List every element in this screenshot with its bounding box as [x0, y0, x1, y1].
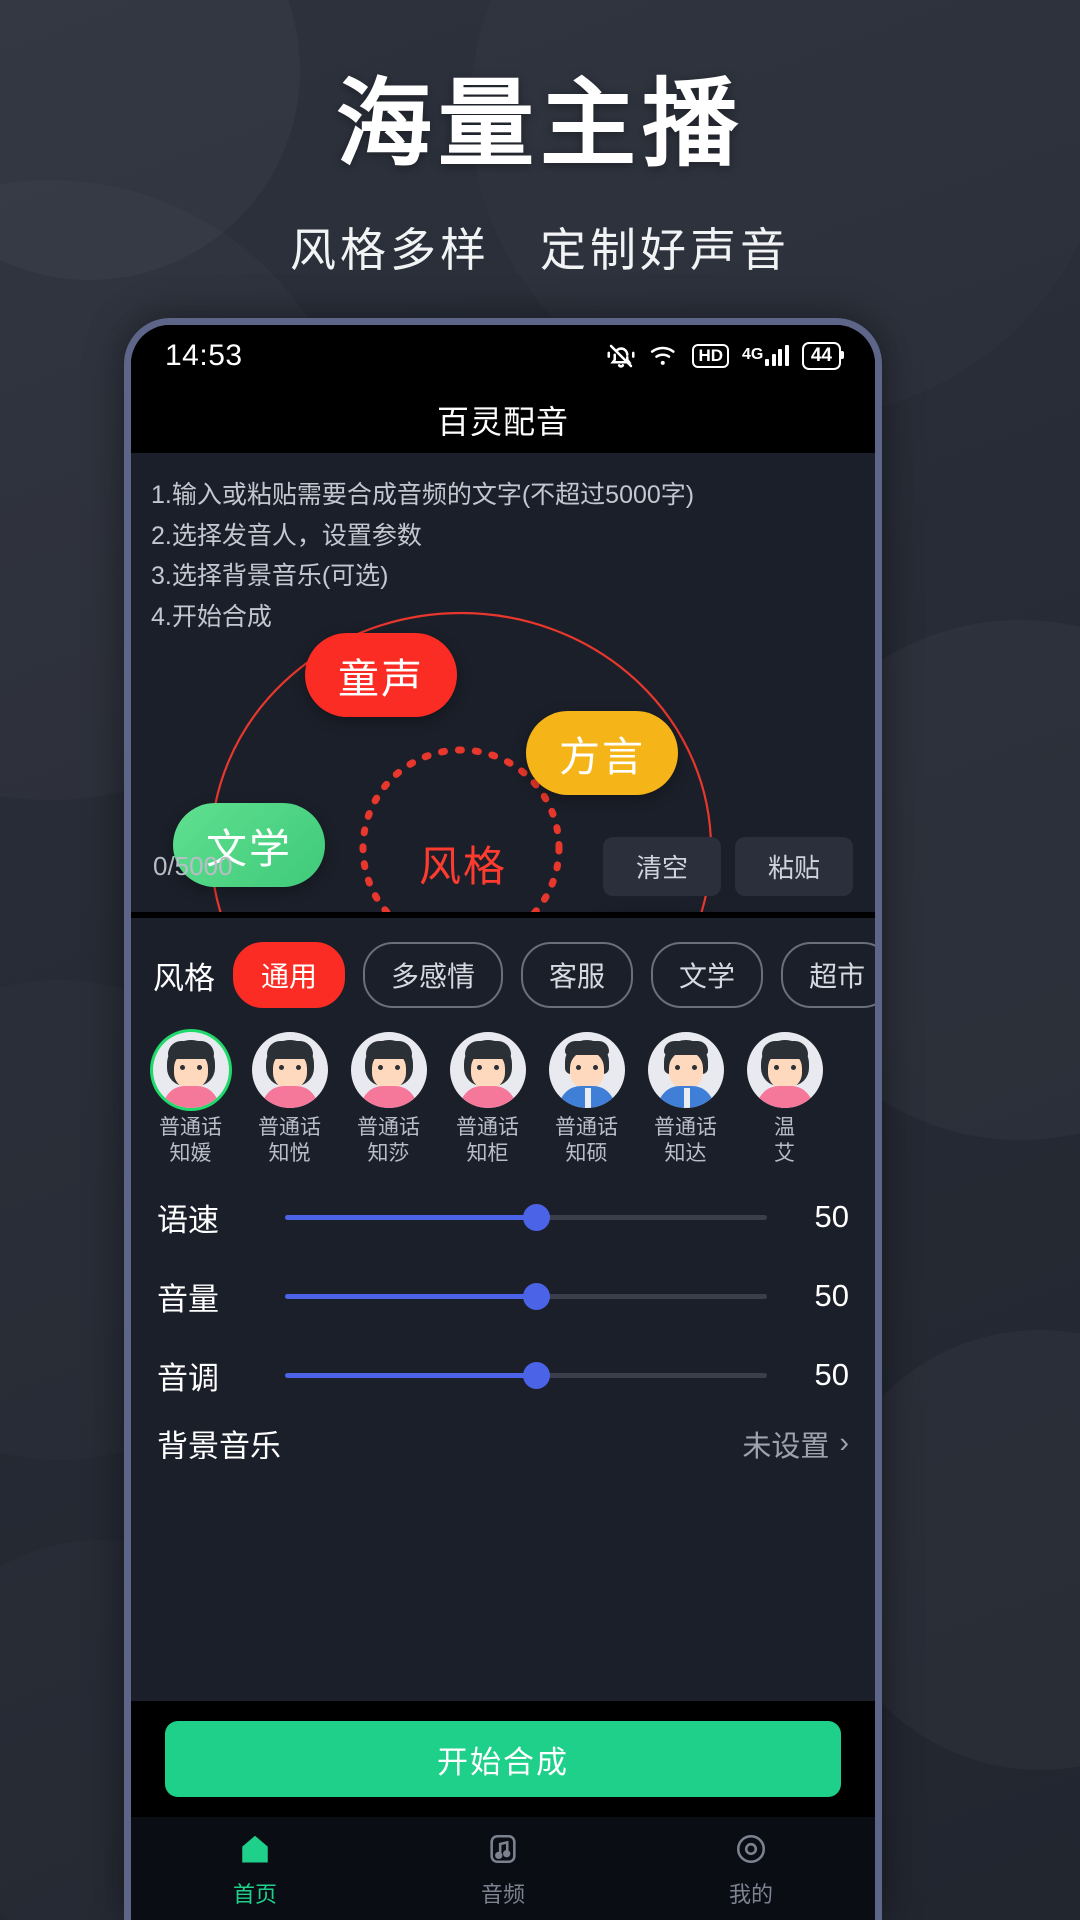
avatar	[647, 1032, 724, 1108]
slider-row-volume[interactable]: 音量 50	[131, 1256, 875, 1336]
music-note-icon	[482, 1828, 524, 1870]
avatar	[350, 1032, 427, 1108]
chevron-right-icon: ›	[839, 1427, 849, 1459]
slider-row-pitch[interactable]: 音调 50	[131, 1335, 875, 1415]
signal-4g-icon: 4G	[742, 345, 789, 366]
voice-label: 普通话 知硕	[555, 1116, 618, 1166]
slider-knob[interactable]	[522, 1203, 550, 1231]
voice-item-zhisha[interactable]: 普通话 知莎	[339, 1032, 438, 1168]
style-bubble-fangyan: 方言	[526, 711, 678, 795]
start-synthesis-button[interactable]: 开始合成	[165, 1721, 841, 1797]
voice-label: 普通话 知媛	[159, 1116, 222, 1166]
promo-text-block: 海量主播 风格多样 定制好声音	[0, 72, 1080, 280]
voice-label: 普通话 知悦	[258, 1116, 321, 1166]
style-chip-wenxue[interactable]: 文学	[651, 942, 764, 1008]
avatar	[548, 1032, 625, 1108]
slider-track-pitch[interactable]	[285, 1361, 767, 1389]
avatar	[152, 1032, 229, 1108]
hd-icon: HD	[692, 344, 730, 368]
signal-bars	[765, 345, 789, 366]
nav-item-home[interactable]: 首页	[131, 1817, 379, 1920]
slider-value: 50	[814, 1357, 849, 1392]
wifi-icon	[649, 343, 679, 369]
nav-item-mine[interactable]: 我的	[627, 1817, 875, 1920]
slider-value: 50	[814, 1278, 849, 1313]
nav-label: 我的	[728, 1882, 773, 1907]
bgm-value: 未设置	[742, 1430, 830, 1459]
slider-knob[interactable]	[522, 1282, 550, 1310]
slider-track-volume[interactable]	[285, 1282, 767, 1310]
phone-screen: 14:53 HD 4G 44 百灵配音 1.输入或粘贴需要合成音频的文字(不超过…	[131, 325, 875, 1920]
slider-row-speed[interactable]: 语速 50	[131, 1177, 875, 1257]
phone-mockup-frame: 14:53 HD 4G 44 百灵配音 1.输入或粘贴需要合成音频的文字(不超过…	[124, 318, 882, 1920]
page-title: 海量主播	[336, 71, 744, 178]
style-chip-kefu[interactable]: 客服	[521, 942, 634, 1008]
bgm-value-wrap[interactable]: 未设置 ›	[742, 1423, 849, 1459]
clear-button[interactable]: 清空	[603, 837, 721, 896]
style-chip-chaoshi[interactable]: 超市	[781, 942, 875, 1008]
bgm-label: 背景音乐	[157, 1429, 281, 1459]
editor-buttons: 清空 粘贴	[603, 837, 853, 896]
voice-label: 普通话 知达	[654, 1116, 717, 1166]
instruction-line: 2.选择发音人，设置参数	[151, 521, 422, 550]
instruction-line: 3.选择背景音乐(可选)	[151, 562, 389, 590]
app-title: 百灵配音	[436, 404, 569, 440]
mute-bell-icon	[606, 341, 636, 371]
app-content: 1.输入或粘贴需要合成音频的文字(不超过5000字) 2.选择发音人，设置参数 …	[131, 453, 875, 1920]
bgm-row[interactable]: 背景音乐 未设置 ›	[131, 1414, 875, 1459]
style-chip-duoganqing[interactable]: 多感情	[363, 942, 504, 1008]
slider-label: 音量	[157, 1281, 219, 1317]
text-editor-area[interactable]: 1.输入或粘贴需要合成音频的文字(不超过5000字) 2.选择发音人，设置参数 …	[131, 453, 875, 912]
synthesize-bar: 开始合成	[131, 1701, 875, 1817]
nav-label: 音频	[480, 1882, 525, 1907]
voice-item-zhida[interactable]: 普通话 知达	[636, 1032, 735, 1168]
user-circle-icon	[730, 1828, 772, 1870]
status-bar-clock: 14:53	[165, 339, 243, 372]
voice-list[interactable]: 普通话 知媛 普通话 知悦 普通话 知莎 普通话 知柜 普通话 知硕 普通话 知…	[131, 1026, 875, 1178]
page-subtitle: 风格多样 定制好声音	[290, 223, 790, 276]
character-counter: 0/5000	[153, 851, 233, 881]
paste-button[interactable]: 粘贴	[735, 837, 853, 896]
battery-icon: 44	[801, 342, 845, 370]
style-chip-tongyong[interactable]: 通用	[233, 942, 346, 1008]
voice-label: 普通话 知柜	[456, 1116, 519, 1166]
home-icon	[234, 1828, 276, 1870]
nav-item-audio[interactable]: 音频	[379, 1817, 627, 1920]
slider-label: 音调	[157, 1360, 219, 1396]
voice-item-zhiyuan[interactable]: 普通话 知媛	[141, 1032, 240, 1168]
voice-item-wenai[interactable]: 温艾	[735, 1032, 834, 1168]
avatar	[251, 1032, 328, 1108]
network-type-label: 4G	[742, 346, 764, 363]
slider-track-speed[interactable]	[285, 1203, 767, 1231]
slider-value: 50	[814, 1199, 849, 1234]
app-title-bar: 百灵配音	[131, 387, 875, 453]
voice-item-zhiyue[interactable]: 普通话 知悦	[240, 1032, 339, 1168]
slider-label: 语速	[157, 1202, 219, 1238]
status-bar-icons: HD 4G 44	[606, 341, 845, 371]
instructions-list: 1.输入或粘贴需要合成音频的文字(不超过5000字) 2.选择发音人，设置参数 …	[131, 453, 875, 637]
instruction-line: 1.输入或粘贴需要合成音频的文字(不超过5000字)	[151, 481, 695, 509]
voice-item-zhigui[interactable]: 普通话 知柜	[438, 1032, 537, 1168]
nav-label: 首页	[232, 1882, 277, 1907]
avatar	[449, 1032, 526, 1108]
style-filter-row[interactable]: 风格 通用 多感情 客服 文学 超市	[131, 912, 875, 1026]
voice-item-zhishuo[interactable]: 普通话 知硕	[537, 1032, 636, 1168]
avatar	[746, 1032, 823, 1108]
voice-label: 普通话 知莎	[357, 1116, 420, 1166]
instruction-line: 4.开始合成	[151, 602, 272, 631]
bottom-navigation[interactable]: 首页 音频 我的	[131, 1817, 875, 1920]
style-row-label: 风格	[153, 960, 215, 996]
editor-toolbar: 0/5000 清空 粘贴	[131, 837, 875, 896]
slider-knob[interactable]	[522, 1361, 550, 1389]
status-bar: 14:53 HD 4G 44	[131, 325, 875, 387]
voice-label: 温艾	[774, 1116, 795, 1166]
style-bubble-tongsheng: 童声	[305, 633, 457, 717]
